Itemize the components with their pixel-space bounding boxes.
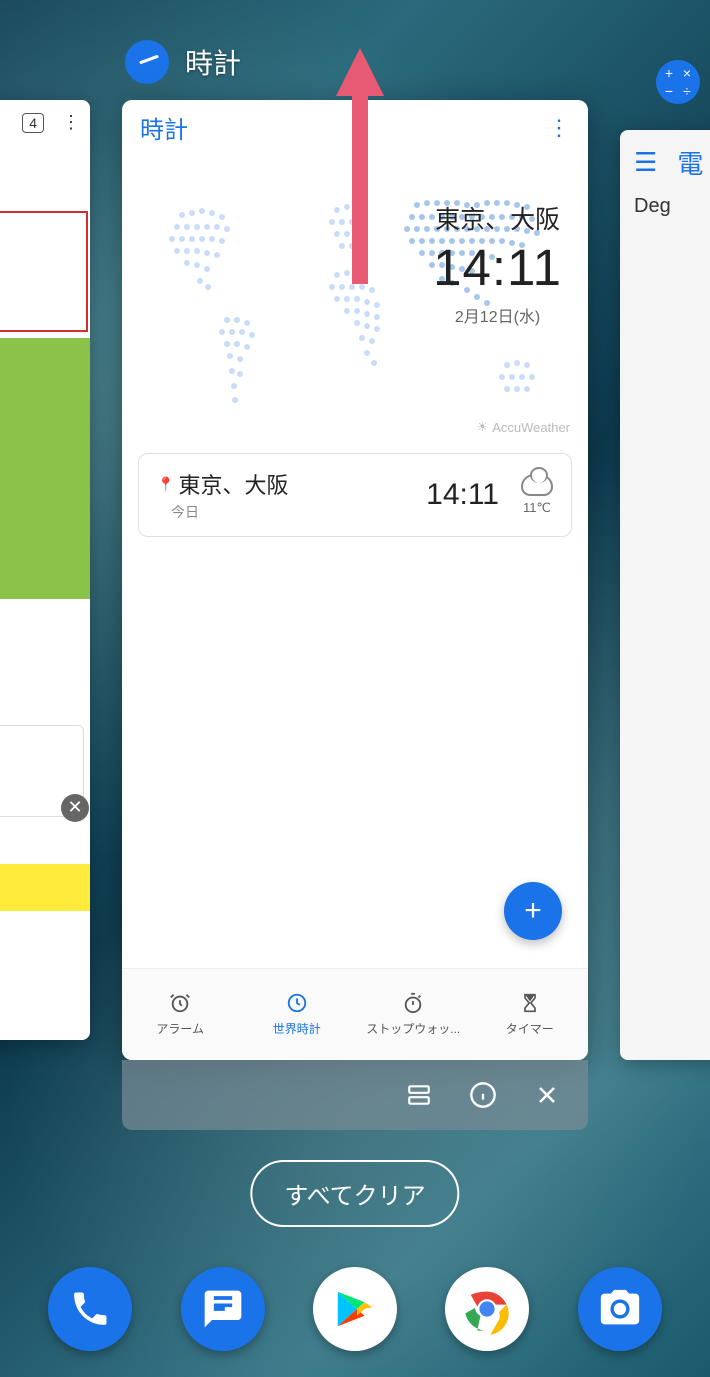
calc-title: 電: [677, 144, 703, 181]
world-clock-hero: 東京、大阪 14:11 2月12日(水) ☀ AccuWeather: [122, 155, 588, 445]
city-time: 14:11: [426, 478, 499, 512]
tab-stopwatch[interactable]: ストップウォッ...: [355, 969, 472, 1060]
recent-app-header-calc: +×−÷ 電: [656, 60, 710, 104]
tab-timer[interactable]: タイマー: [472, 969, 589, 1060]
stopwatch-icon: [402, 992, 424, 1014]
recent-app-header-clock: 時計: [125, 40, 241, 84]
clock-icon: [286, 992, 308, 1014]
notice-line[interactable]: の一部休: [0, 288, 80, 320]
promo-banner: みよう!: [0, 338, 90, 411]
chrome-app-icon[interactable]: [445, 1267, 529, 1351]
tab-alarm[interactable]: アラーム: [122, 969, 239, 1060]
recent-app-label: 時計: [185, 42, 241, 82]
recent-app-card-clock[interactable]: 時計 ⋮: [122, 100, 588, 1060]
chat-support-badge: チャットサポート 受付中: [0, 864, 90, 911]
city-list-item[interactable]: 📍 東京、大阪 今日 14:11 11℃: [138, 453, 572, 537]
alarm-icon: [169, 992, 191, 1014]
close-icon[interactable]: ✕: [61, 794, 89, 822]
tab-count-badge[interactable]: 4: [22, 113, 44, 133]
city-weather: 11℃: [521, 474, 553, 516]
recent-apps-row: 4 ⋮ 員専用ペ お客さま の一部休 みよう! 64GB micro XC CL…: [0, 90, 710, 1110]
clock-title: 時計: [140, 110, 188, 145]
hamburger-icon[interactable]: ☰: [634, 147, 657, 178]
recent-app-card-calculator[interactable]: ☰ 電 Deg C 7 4 1 0: [620, 130, 710, 1060]
plus-icon: +: [524, 894, 542, 928]
chat-top: 絡頂: [0, 823, 90, 844]
info-icon[interactable]: [468, 1080, 498, 1110]
camera-app-icon[interactable]: [578, 1267, 662, 1351]
phone-app-icon[interactable]: [48, 1267, 132, 1351]
calculator-app-icon[interactable]: +×−÷: [656, 60, 700, 104]
clear-all-button[interactable]: すべてクリア: [250, 1160, 459, 1227]
city-sub: 今日: [171, 502, 426, 522]
weather-provider: ☀ AccuWeather: [477, 419, 570, 435]
browser-toolbar: 4 ⋮: [0, 100, 90, 145]
clock-app-icon[interactable]: [125, 40, 169, 84]
hero-text: 東京、大阪 14:11 2月12日(水): [433, 200, 562, 327]
calc-keys: C 7 4 1 0: [634, 468, 710, 934]
more-icon[interactable]: ⋮: [548, 125, 570, 131]
messages-app-icon[interactable]: [181, 1267, 265, 1351]
add-city-fab[interactable]: +: [504, 882, 562, 940]
sim-promo: ✕: [0, 725, 84, 817]
hero-city: 東京、大阪: [433, 200, 562, 236]
site-header: [0, 145, 90, 205]
notice-line[interactable]: 員専用ペ: [0, 223, 80, 255]
notice-box: 員専用ペ お客さま の一部休: [0, 211, 88, 332]
cloud-icon: [521, 474, 553, 496]
sun-icon: ☀: [477, 419, 489, 435]
hero-date: 2月12日(水): [433, 303, 562, 327]
recent-app-card-browser[interactable]: 4 ⋮ 員専用ペ お客さま の一部休 みよう! 64GB micro XC CL…: [0, 100, 90, 1040]
notice-line[interactable]: お客さま: [0, 255, 80, 287]
city-name: 東京、大阪: [178, 468, 288, 500]
clock-bottom-tabs: アラーム 世界時計 ストップウォッ... タイマー: [122, 968, 588, 1060]
close-icon[interactable]: [532, 1080, 562, 1110]
more-icon[interactable]: ⋮: [62, 112, 80, 133]
tab-world-clock[interactable]: 世界時計: [239, 969, 356, 1060]
hourglass-icon: [519, 992, 541, 1014]
calc-mode[interactable]: Deg: [634, 195, 710, 218]
promo-banner-2: を !: [0, 527, 90, 599]
clock-appbar: 時計 ⋮: [122, 100, 588, 155]
location-pin-icon: 📍: [157, 476, 174, 493]
split-screen-icon[interactable]: [404, 1080, 434, 1110]
home-dock: [0, 1267, 710, 1351]
hero-time: 14:11: [433, 238, 562, 297]
play-store-app-icon[interactable]: [313, 1267, 397, 1351]
recent-app-actions: [122, 1060, 588, 1130]
